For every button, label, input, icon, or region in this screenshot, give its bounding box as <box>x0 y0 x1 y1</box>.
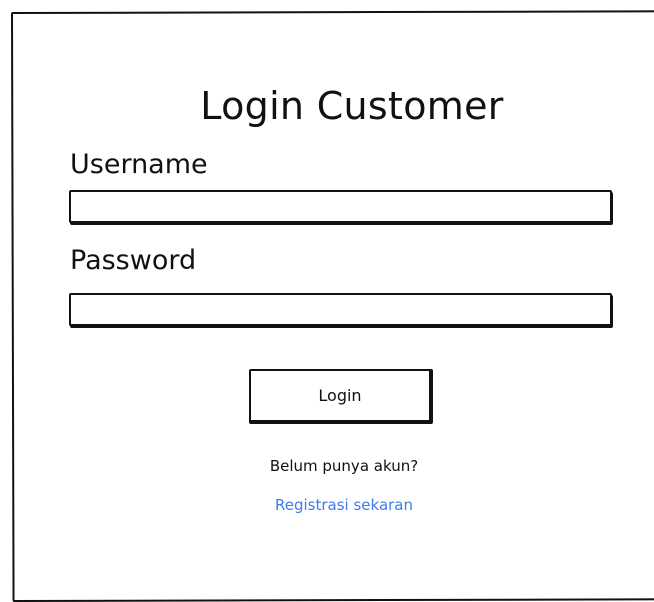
password-field[interactable] <box>69 293 612 326</box>
username-label: Username <box>70 149 208 180</box>
username-field[interactable] <box>69 190 612 223</box>
register-prompt: Belum punya akun? <box>269 457 419 475</box>
register-link[interactable]: Registrasi sekaran <box>200 495 488 515</box>
password-label: Password <box>70 245 197 276</box>
username-input[interactable] <box>71 192 610 221</box>
page-title: Login Customer <box>200 84 504 128</box>
password-input[interactable] <box>71 295 610 324</box>
login-button[interactable]: Login <box>249 369 433 424</box>
